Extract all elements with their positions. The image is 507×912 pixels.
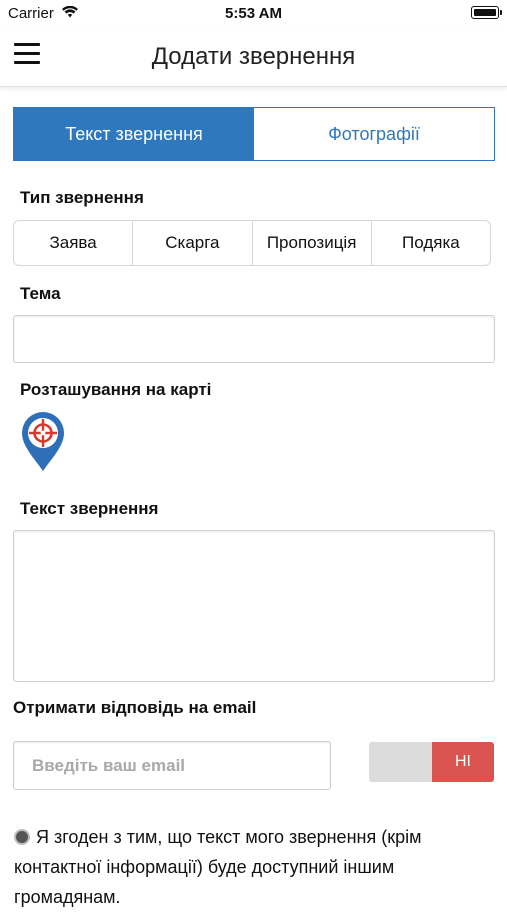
email-input[interactable]: Введіть ваш email: [13, 741, 331, 790]
email-reply-toggle[interactable]: НІ: [369, 742, 494, 782]
clock-time: 5:53 AM: [225, 5, 282, 22]
tab-bar: Текст звернення Фотографії: [13, 107, 495, 161]
topic-label: Тема: [20, 284, 61, 303]
battery-icon: [471, 6, 502, 19]
appeal-type-label: Тип звернення: [20, 188, 144, 207]
map-pin-target-icon[interactable]: [20, 410, 66, 472]
toggle-off-segment[interactable]: [369, 742, 432, 782]
consent-block: Я згоден з тим, що текст мого звернення …: [14, 822, 494, 912]
appeal-type-option-thanks[interactable]: Подяка: [372, 221, 490, 265]
consent-text: Я згоден з тим, що текст мого звернення …: [14, 827, 422, 907]
nav-bar: Додати звернення: [0, 26, 507, 87]
appeal-type-option-complaint[interactable]: Скарга: [133, 221, 253, 265]
appeal-type-option-proposal[interactable]: Пропозиція: [253, 221, 372, 265]
email-reply-label: Отримати відповідь на email: [13, 698, 257, 717]
appeal-text-label: Текст звернення: [20, 499, 159, 518]
page-title: Додати звернення: [151, 43, 356, 70]
toggle-no-label[interactable]: НІ: [432, 742, 494, 782]
tab-appeal-text[interactable]: Текст звернення: [14, 108, 254, 160]
tab-photos[interactable]: Фотографії: [254, 108, 494, 160]
appeal-type-option-statement[interactable]: Заява: [14, 221, 134, 265]
status-bar: Carrier 5:53 AM: [0, 0, 507, 26]
appeal-text-area[interactable]: [13, 530, 495, 682]
consent-radio[interactable]: [14, 829, 30, 845]
email-placeholder: Введіть ваш email: [32, 755, 186, 775]
appeal-type-selector: Заява Скарга Пропозиція Подяка: [13, 220, 491, 266]
topic-input[interactable]: [13, 315, 495, 363]
location-label: Розташування на карті: [20, 380, 212, 399]
